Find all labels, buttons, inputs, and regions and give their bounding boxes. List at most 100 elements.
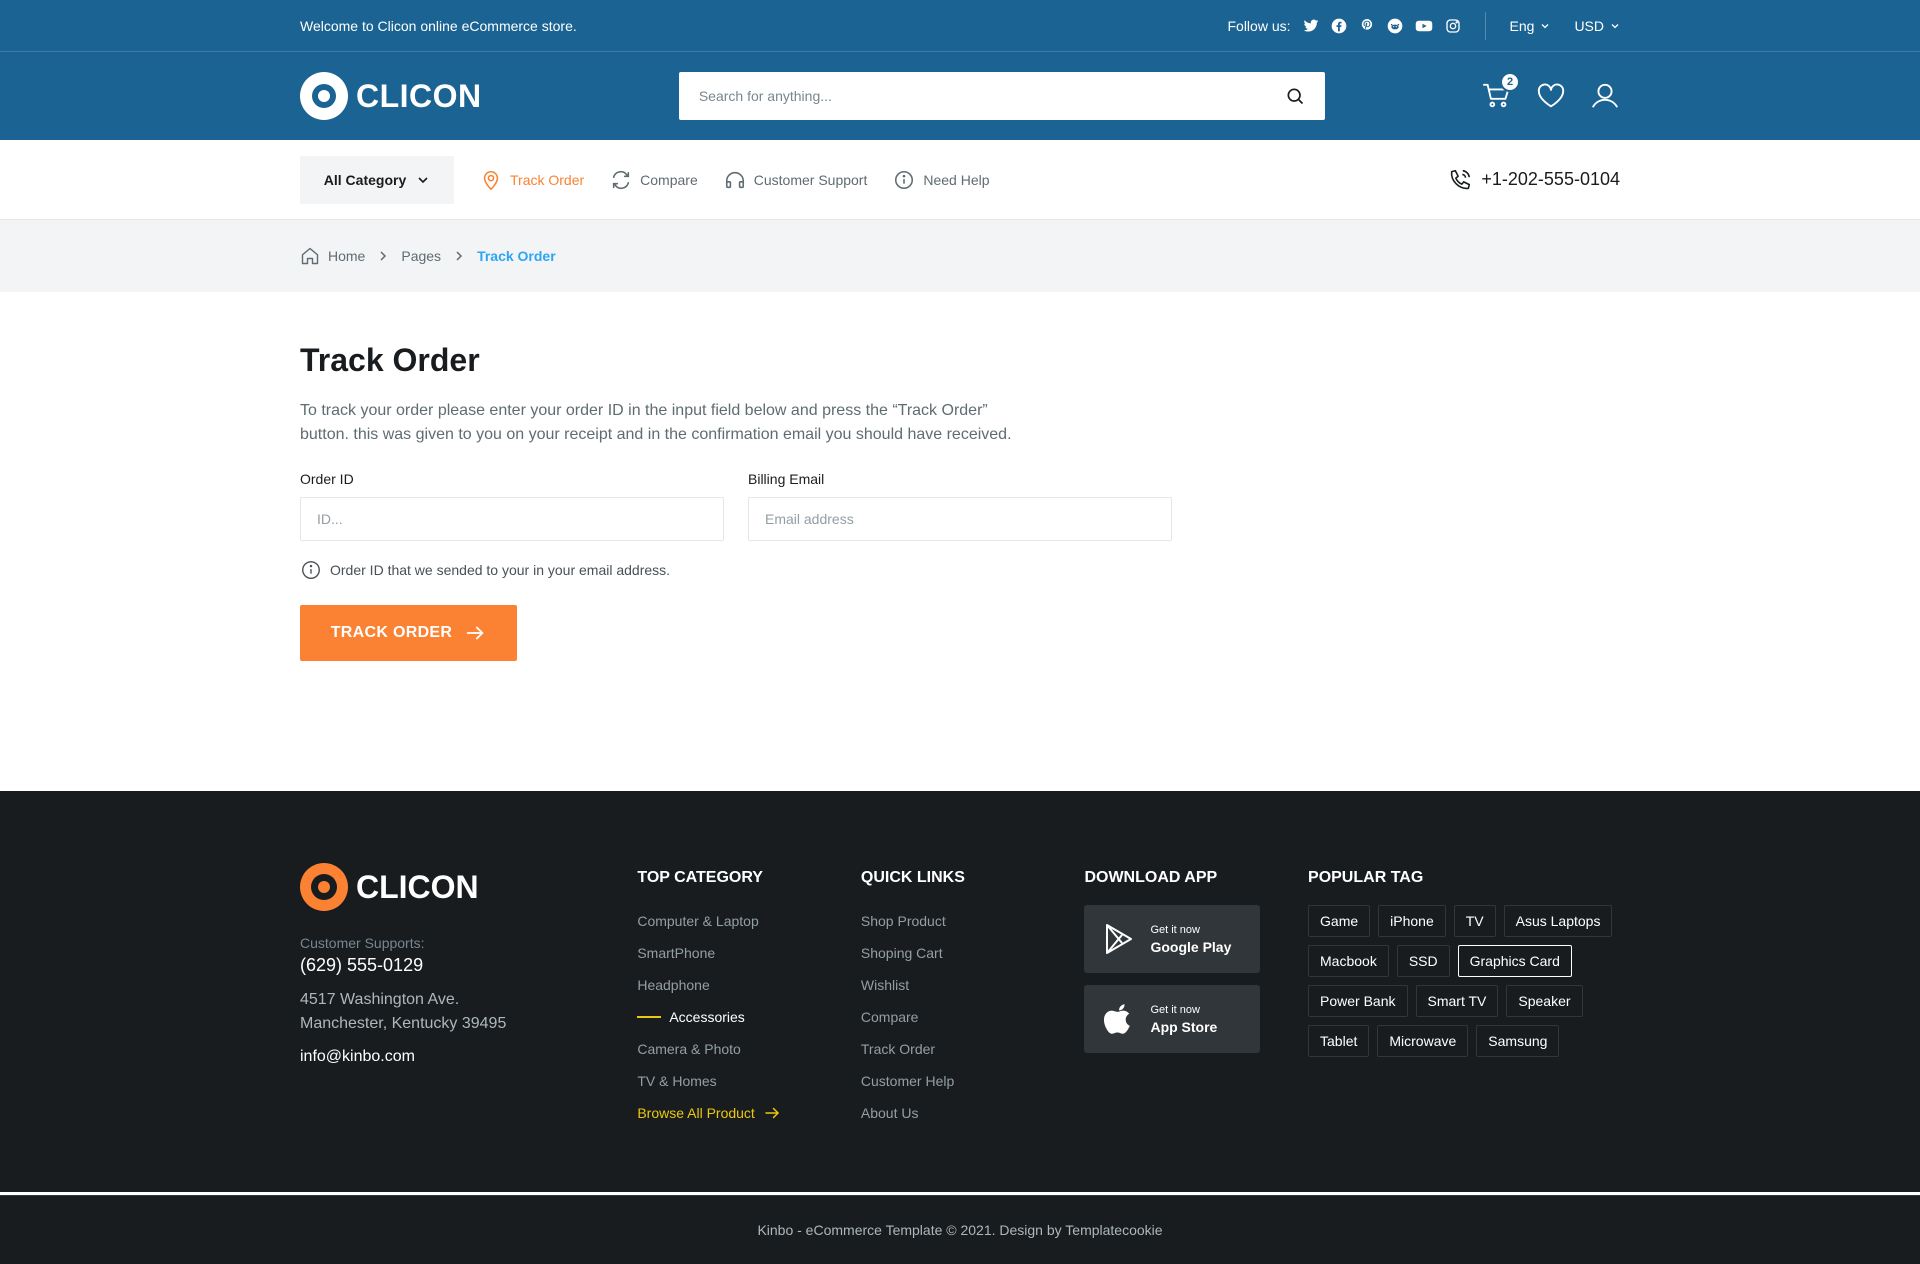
tag-chip[interactable]: Power Bank xyxy=(1308,985,1408,1017)
footer-link[interactable]: SmartPhone xyxy=(637,937,861,969)
browse-all-label: Browse All Product xyxy=(637,1105,755,1121)
tag-chip[interactable]: Game xyxy=(1308,905,1371,937)
tag-chip[interactable]: TV xyxy=(1453,905,1496,937)
tag-chip[interactable]: Speaker xyxy=(1506,985,1583,1017)
customer-support-label: Customer Supports: xyxy=(300,935,425,951)
nav-need-help[interactable]: Need Help xyxy=(893,169,990,191)
top-category-column: TOP CATEGORY Computer & Laptop SmartPhon… xyxy=(637,863,861,1192)
tag-chip[interactable]: Smart TV xyxy=(1415,985,1499,1017)
footer-link[interactable]: Wishlist xyxy=(861,969,1085,1001)
order-id-input[interactable] xyxy=(300,497,724,541)
billing-email-label: Billing Email xyxy=(748,471,825,487)
cart-count-badge: 2 xyxy=(1500,72,1520,92)
footer-link[interactable]: Shoping Cart xyxy=(861,937,1085,969)
top-bar: Welcome to Clicon online eCommerce store… xyxy=(0,0,1920,52)
app-store-button[interactable]: Get it now App Store xyxy=(1084,985,1261,1053)
all-category-dropdown[interactable]: All Category xyxy=(300,155,454,204)
copyright-text: Kinbo - eCommerce Template © 2021. Desig… xyxy=(0,1195,1920,1264)
nav-bar: All Category Track Order Compare Custome… xyxy=(0,140,1920,220)
nav-need-help-label: Need Help xyxy=(923,171,990,188)
instagram-icon[interactable] xyxy=(1445,18,1461,34)
footer-link[interactable]: Track Order xyxy=(861,1033,1085,1065)
download-app-column: DOWNLOAD APP Get it now Google Play Get … xyxy=(1084,863,1308,1192)
caret-right-icon xyxy=(453,250,465,262)
breadcrumb-pages[interactable]: Pages xyxy=(401,248,441,264)
user-account-icon[interactable] xyxy=(1590,81,1620,111)
breadcrumb-current: Track Order xyxy=(477,248,556,264)
tag-chip[interactable]: Tablet xyxy=(1308,1025,1370,1057)
search-input[interactable] xyxy=(698,88,1219,104)
track-order-form: Order ID Billing Email xyxy=(300,471,1620,541)
tag-chip[interactable]: Macbook xyxy=(1308,945,1389,977)
footer-email[interactable]: info@kinbo.com xyxy=(300,1048,637,1066)
tag-chip[interactable]: Asus Laptops xyxy=(1503,905,1613,937)
search-icon[interactable] xyxy=(1285,86,1305,106)
language-value: Eng xyxy=(1509,17,1535,34)
footer-link[interactable]: Customer Help xyxy=(861,1065,1085,1097)
tag-chip-active[interactable]: Graphics Card xyxy=(1457,945,1572,977)
google-play-label: Google Play xyxy=(1150,938,1232,955)
apple-icon xyxy=(1104,1003,1134,1035)
google-play-button[interactable]: Get it now Google Play xyxy=(1084,905,1261,973)
info-icon xyxy=(300,559,322,581)
footer-link-active[interactable]: Accessories xyxy=(637,1001,861,1033)
tag-chip[interactable]: SSD xyxy=(1396,945,1450,977)
footer-link[interactable]: TV & Homes xyxy=(637,1065,861,1097)
main-header: CLICON 2 xyxy=(0,52,1920,140)
follow-label: Follow us: xyxy=(1227,17,1291,34)
language-select[interactable]: Eng xyxy=(1510,18,1551,34)
breadcrumb-home[interactable]: Home xyxy=(328,248,365,264)
breadcrumb: Home Pages Track Order xyxy=(0,220,1920,292)
map-pin-icon xyxy=(480,169,502,191)
tag-chip[interactable]: iPhone xyxy=(1378,905,1446,937)
search-box xyxy=(678,72,1325,120)
reddit-icon[interactable] xyxy=(1387,18,1403,34)
footer-logo-text: CLICON xyxy=(356,868,479,905)
chevron-down-icon xyxy=(1610,21,1620,31)
site-logo[interactable]: CLICON xyxy=(300,72,482,120)
track-order-button-label: TRACK ORDER xyxy=(330,624,453,641)
phone-number: +1-202-555-0104 xyxy=(1481,169,1620,189)
nav-track-order-label: Track Order xyxy=(510,171,585,188)
currency-value: USD xyxy=(1574,17,1604,34)
footer-link[interactable]: Headphone xyxy=(637,969,861,1001)
nav-customer-support-label: Customer Support xyxy=(753,171,868,188)
youtube-icon[interactable] xyxy=(1415,18,1433,34)
footer-link[interactable]: Computer & Laptop xyxy=(637,905,861,937)
quick-links-heading: QUICK LINKS xyxy=(860,869,965,886)
nav-compare[interactable]: Compare xyxy=(610,169,698,191)
caret-right-icon xyxy=(377,250,389,262)
twitter-icon[interactable] xyxy=(1303,18,1319,34)
tag-chip[interactable]: Samsung xyxy=(1476,1025,1560,1057)
wishlist-heart-icon[interactable] xyxy=(1536,81,1566,111)
nav-customer-support[interactable]: Customer Support xyxy=(724,169,868,191)
phone-contact[interactable]: +1-202-555-0104 xyxy=(1447,167,1620,193)
footer-link[interactable]: Camera & Photo xyxy=(637,1033,861,1065)
footer-link[interactable]: Shop Product xyxy=(861,905,1085,937)
nav-track-order[interactable]: Track Order xyxy=(480,169,584,191)
order-id-hint: Order ID that we sended to your in your … xyxy=(300,559,1620,581)
customer-support-phone[interactable]: (629) 555-0129 xyxy=(300,955,637,976)
nav-compare-label: Compare xyxy=(640,171,698,188)
pinterest-icon[interactable] xyxy=(1359,18,1375,34)
google-play-small-text: Get it now xyxy=(1150,923,1200,936)
quick-links-column: QUICK LINKS Shop Product Shoping Cart Wi… xyxy=(861,863,1085,1192)
active-indicator xyxy=(637,1016,662,1018)
footer-link[interactable]: About Us xyxy=(861,1097,1085,1129)
logo-text: CLICON xyxy=(356,77,482,114)
browse-all-product-link[interactable]: Browse All Product xyxy=(637,1097,861,1129)
all-category-label: All Category xyxy=(323,171,407,188)
home-icon[interactable] xyxy=(300,246,320,266)
currency-select[interactable]: USD xyxy=(1574,18,1620,34)
top-category-heading: TOP CATEGORY xyxy=(637,869,763,886)
track-order-button[interactable]: TRACK ORDER xyxy=(300,605,517,661)
footer-logo[interactable]: CLICON xyxy=(300,863,637,911)
social-links xyxy=(1303,18,1461,34)
track-order-section: Track Order To track your order please e… xyxy=(0,292,1920,791)
footer-link[interactable]: Compare xyxy=(861,1001,1085,1033)
facebook-icon[interactable] xyxy=(1331,18,1347,34)
billing-email-input[interactable] xyxy=(748,497,1172,541)
cart-button[interactable]: 2 xyxy=(1482,72,1520,111)
tag-chip[interactable]: Microwave xyxy=(1377,1025,1469,1057)
footer-address: 4517 Washington Ave. Manchester, Kentuck… xyxy=(300,991,507,1032)
